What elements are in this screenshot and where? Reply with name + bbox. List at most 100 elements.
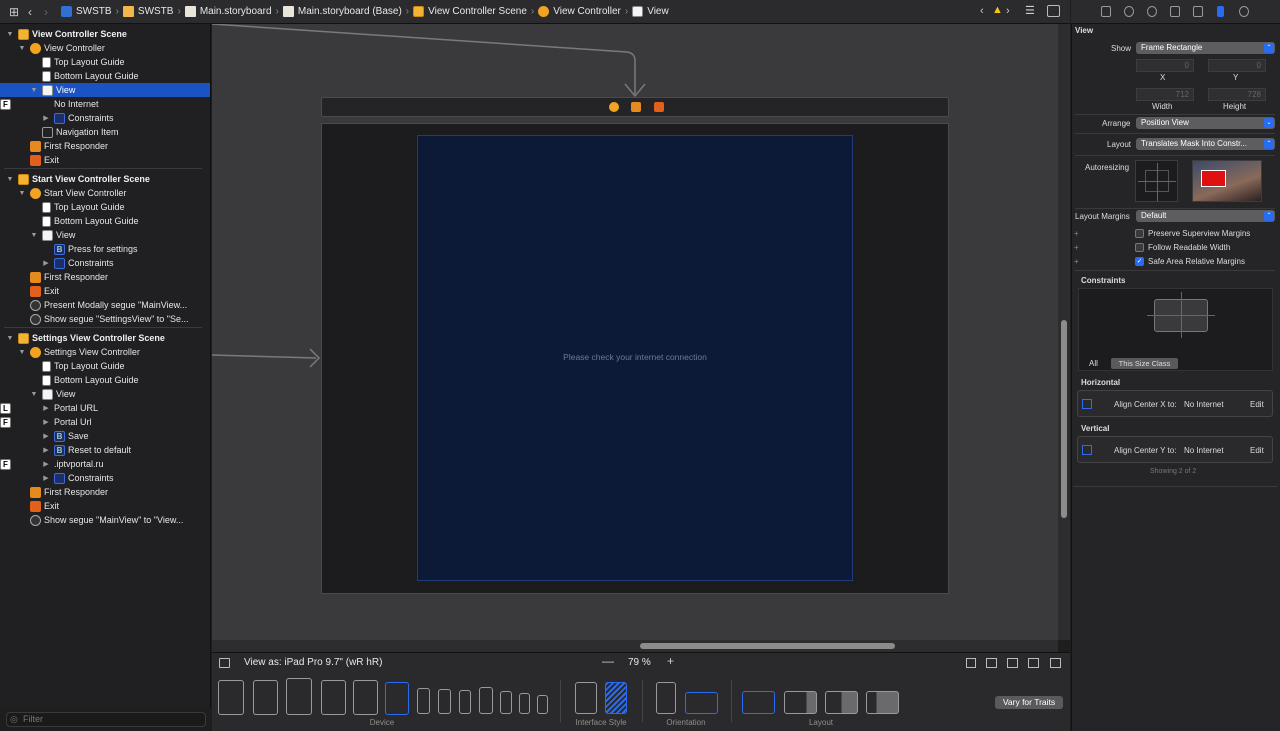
disclosure-triangle-icon[interactable]: ▼	[30, 391, 38, 398]
forward-arrow-icon[interactable]: ›	[38, 5, 54, 19]
view-as-label[interactable]: View as: iPad Pro 9.7" (wR hR)	[244, 657, 382, 668]
no-internet-label[interactable]: Please check your internet connection	[417, 352, 853, 362]
device-iphone-4s[interactable]	[537, 695, 548, 714]
disclosure-triangle-icon[interactable]: ▶	[42, 432, 50, 440]
add-constraints-icon[interactable]	[1028, 658, 1039, 668]
device-ipad-air[interactable]	[286, 678, 312, 715]
outline-item[interactable]: Exit	[0, 153, 210, 167]
device-ipad-pro-12-9[interactable]	[218, 680, 244, 715]
file-inspector-icon[interactable]	[1101, 6, 1111, 17]
outline-item[interactable]: First Responder	[0, 270, 210, 284]
disclosure-triangle-icon[interactable]: ▶	[42, 418, 50, 426]
outline-item[interactable]: First Responder	[0, 139, 210, 153]
resolve-issues-icon[interactable]	[1050, 658, 1061, 668]
outline-item[interactable]: Bottom Layout Guide	[0, 214, 210, 228]
outline-item[interactable]: Show segue "MainView" to "View...	[0, 513, 210, 527]
height-field[interactable]: 728	[1208, 88, 1266, 101]
outline-item[interactable]: ▼ Start View Controller	[0, 186, 210, 200]
breadcrumb-scene[interactable]: View Controller Scene	[410, 6, 530, 17]
outline-item[interactable]: ▼ View Controller Scene	[0, 27, 210, 41]
disclosure-triangle-icon[interactable]: ▼	[30, 87, 38, 94]
safe-area-margins-checkbox[interactable]: ✓	[1135, 257, 1144, 266]
view-controller-icon[interactable]	[609, 102, 619, 112]
outline-item[interactable]: ▶ Constraints	[0, 471, 210, 485]
outline-item[interactable]: ▶ Constraints	[0, 111, 210, 125]
all-tab[interactable]: All	[1089, 359, 1098, 368]
horizontal-scroll-thumb[interactable]	[640, 643, 895, 649]
add-editor-icon[interactable]	[1047, 5, 1060, 17]
connections-inspector-icon[interactable]	[1239, 6, 1249, 17]
size-inspector-icon[interactable]	[1217, 6, 1224, 17]
outline-item[interactable]: F No Internet	[0, 97, 210, 111]
breadcrumb-project[interactable]: SWSTB	[58, 6, 115, 17]
disclosure-triangle-icon[interactable]: ▼	[18, 349, 26, 356]
outline-toggle-icon[interactable]	[219, 658, 230, 668]
outline-item[interactable]: ▶ L Portal URL	[0, 401, 210, 415]
width-field[interactable]: 712	[1136, 88, 1194, 101]
outline-item[interactable]: First Responder	[0, 485, 210, 499]
outline-item[interactable]: Exit	[0, 499, 210, 513]
filter-input[interactable]: ◎ Filter	[6, 712, 206, 727]
device-iphone-8[interactable]	[500, 691, 512, 714]
disclosure-triangle-icon[interactable]: ▶	[42, 446, 50, 454]
device-iphone-8-plus[interactable]	[479, 687, 493, 714]
interface-style-dark[interactable]	[605, 682, 627, 714]
outline-item[interactable]: ▼ Settings View Controller Scene	[0, 331, 210, 345]
follow-readable-width-checkbox[interactable]	[1135, 243, 1144, 252]
preserve-superview-margins-checkbox[interactable]	[1135, 229, 1144, 238]
disclosure-triangle-icon[interactable]: ▼	[30, 232, 38, 239]
disclosure-triangle-icon[interactable]: ▶	[42, 460, 50, 468]
layout-half[interactable]	[825, 691, 858, 714]
outline-item[interactable]: ▼ View Controller	[0, 41, 210, 55]
arrange-popup[interactable]: Position View ⌄	[1136, 117, 1275, 129]
edit-button[interactable]: Edit	[1250, 400, 1264, 409]
vertical-scroll-thumb[interactable]	[1061, 320, 1067, 518]
layout-two-thirds[interactable]	[784, 691, 817, 714]
align-icon[interactable]	[1007, 658, 1018, 668]
y-field[interactable]: 0	[1208, 59, 1266, 72]
layout-one-third[interactable]	[866, 691, 899, 714]
outline-item[interactable]: B Press for settings	[0, 242, 210, 256]
related-lines-icon[interactable]: ☰	[1025, 4, 1035, 17]
layout-full-screen[interactable]	[742, 691, 775, 714]
outline-item[interactable]: ▼ View	[0, 83, 210, 97]
outline-item[interactable]: Navigation Item	[0, 125, 210, 139]
disclosure-triangle-icon[interactable]: ▼	[6, 31, 14, 38]
autoresizing-mask-control[interactable]	[1135, 160, 1178, 202]
first-responder-icon[interactable]	[631, 102, 641, 112]
outline-item[interactable]: Exit	[0, 284, 210, 298]
vary-for-traits-button[interactable]: Vary for Traits	[995, 696, 1063, 709]
outline-item[interactable]: Bottom Layout Guide	[0, 373, 210, 387]
orientation-landscape[interactable]	[685, 692, 718, 714]
device-iphone-xr[interactable]	[459, 690, 471, 714]
related-items-icon[interactable]: ⊞	[6, 5, 22, 19]
device-iphone-se[interactable]	[519, 693, 530, 714]
disclosure-triangle-icon[interactable]: ▼	[6, 335, 14, 342]
show-popup[interactable]: Frame Rectangle ⌃	[1136, 42, 1275, 54]
device-ipad-mini[interactable]	[353, 680, 378, 715]
history-inspector-icon[interactable]	[1124, 6, 1134, 17]
outline-item[interactable]: ▶ B Reset to default	[0, 443, 210, 457]
outline-item[interactable]: Top Layout Guide	[0, 55, 210, 69]
outline-item[interactable]: Present Modally segue "MainView...	[0, 298, 210, 312]
add-variation-icon[interactable]: +	[1074, 229, 1079, 238]
outline-item[interactable]: Top Layout Guide	[0, 359, 210, 373]
exit-icon[interactable]	[654, 102, 664, 112]
identity-inspector-icon[interactable]	[1170, 6, 1180, 17]
disclosure-triangle-icon[interactable]: ▼	[6, 176, 14, 183]
prev-issue-icon[interactable]: ‹	[980, 5, 984, 17]
back-arrow-icon[interactable]: ‹	[22, 5, 38, 19]
scene-dock[interactable]	[321, 97, 949, 117]
disclosure-triangle-icon[interactable]: ▶	[42, 474, 50, 482]
disclosure-triangle-icon[interactable]: ▼	[18, 190, 26, 197]
disclosure-triangle-icon[interactable]: ▶	[42, 114, 50, 122]
x-field[interactable]: 0	[1136, 59, 1194, 72]
zoom-out-icon[interactable]: —	[602, 654, 614, 668]
disclosure-triangle-icon[interactable]: ▶	[42, 404, 50, 412]
orientation-portrait[interactable]	[656, 682, 676, 714]
add-variation-icon[interactable]: +	[1074, 243, 1079, 252]
device-iphone-xs[interactable]	[438, 689, 451, 714]
zoom-in-icon[interactable]: +	[667, 654, 674, 668]
outline-item[interactable]: ▶ F Portal Url	[0, 415, 210, 429]
outline-item[interactable]: ▼ View	[0, 387, 210, 401]
